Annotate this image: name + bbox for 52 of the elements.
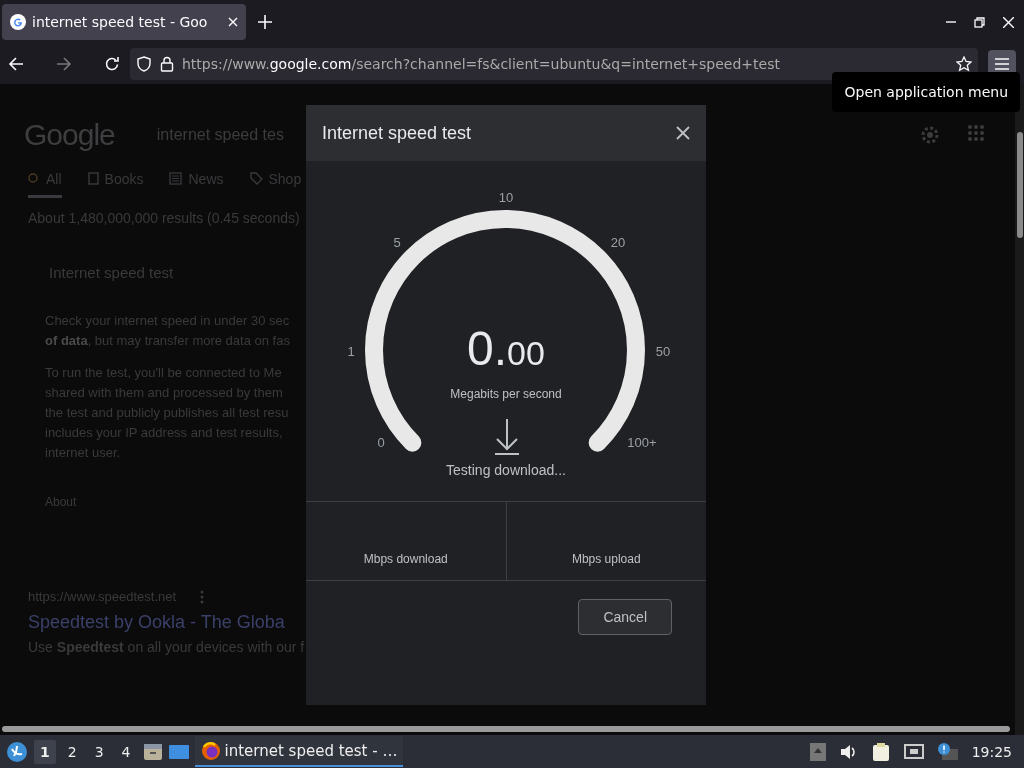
shield-icon[interactable] — [136, 56, 152, 72]
newspaper-icon — [169, 172, 183, 185]
gauge-tick-label: 50 — [655, 343, 671, 359]
google-icon — [10, 14, 26, 30]
lock-icon[interactable] — [160, 56, 174, 72]
tag-icon — [249, 172, 263, 185]
speed-reading: 0.00 — [467, 321, 545, 376]
dialog-title: Internet speed test — [322, 122, 472, 144]
download-icon — [495, 419, 519, 455]
taskbar-task[interactable]: internet speed test - … — [194, 736, 404, 767]
workspace-button[interactable]: 3 — [88, 739, 110, 764]
back-icon[interactable] — [8, 56, 24, 72]
tray-expand-icon[interactable] — [809, 742, 826, 761]
reload-icon[interactable] — [104, 56, 120, 72]
stat-label: Mbps download — [362, 551, 449, 568]
vertical-scrollbar[interactable] — [1015, 84, 1024, 735]
start-menu-icon[interactable] — [6, 740, 28, 763]
restore-icon[interactable] — [974, 16, 985, 28]
gauge-tick-label: 0 — [377, 434, 385, 450]
workspace-button[interactable]: 4 — [115, 739, 137, 764]
workspace-button[interactable]: 1 — [34, 739, 56, 764]
browser-icon — [200, 740, 221, 761]
star-icon[interactable] — [956, 56, 972, 72]
horizontal-scrollbar[interactable] — [2, 726, 1010, 732]
volume-icon[interactable] — [839, 743, 858, 760]
test-status: Testing download... — [446, 462, 566, 478]
desktop-icon[interactable] — [168, 743, 189, 760]
search-icon — [28, 172, 40, 185]
book-icon — [87, 172, 99, 185]
browser-tab[interactable]: internet speed test - Goo — [2, 4, 246, 40]
gauge-tick-label: 100+ — [627, 434, 657, 450]
menu-icon[interactable] — [995, 58, 1009, 70]
file-manager-icon[interactable] — [142, 742, 163, 761]
stat-label: Mbps upload — [505, 502, 706, 580]
gauge-tick-label: 1 — [347, 343, 355, 359]
new-tab-icon[interactable] — [258, 15, 272, 29]
clock: 19:25 — [971, 743, 1012, 760]
close-window-icon[interactable] — [1003, 16, 1014, 28]
cancel-button[interactable]: Cancel — [578, 599, 672, 635]
workspace-button[interactable]: 2 — [61, 739, 83, 764]
clipboard-icon[interactable] — [871, 741, 890, 762]
update-notification-icon[interactable] — [937, 742, 958, 761]
network-icon[interactable] — [903, 743, 924, 760]
gauge-tick-label: 5 — [393, 234, 401, 250]
close-icon[interactable] — [676, 126, 690, 140]
close-tab-icon[interactable] — [228, 17, 238, 27]
gauge-tick-label: 10 — [498, 189, 514, 205]
forward-icon[interactable] — [56, 56, 72, 72]
result-title[interactable]: Speedtest by Ookla - The Globa — [28, 612, 285, 633]
speed-unit: Megabits per second — [450, 387, 562, 401]
tooltip: Open application menu — [832, 72, 1020, 112]
gauge-tick-label: 20 — [610, 234, 626, 250]
